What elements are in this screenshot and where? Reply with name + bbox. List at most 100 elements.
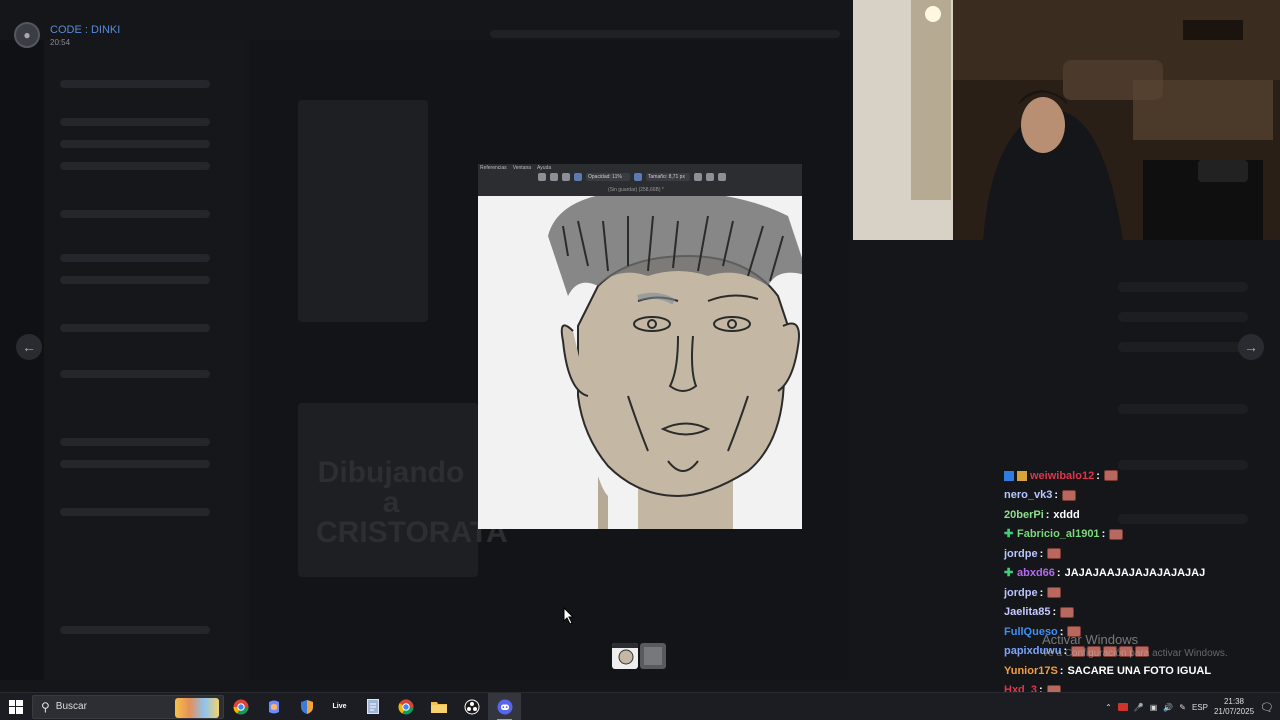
face-drawing — [478, 196, 802, 529]
thumbnail-drawing — [612, 643, 638, 669]
live-icon: Live — [332, 703, 347, 710]
notifications-icon[interactable]: 🗨 — [1260, 701, 1274, 714]
chrome-icon — [233, 699, 248, 714]
volume-icon[interactable]: 🔊 — [1163, 703, 1173, 712]
chat-username[interactable]: Yunior17S — [1004, 665, 1058, 677]
avatar[interactable]: ● — [14, 22, 40, 48]
plus-badge-icon: ✚ — [1004, 567, 1014, 580]
chat-separator: : — [1101, 528, 1106, 541]
emote-icon — [1109, 528, 1124, 540]
chevron-up-icon[interactable]: ⌃ — [1105, 703, 1112, 712]
chat-message: ✚ Fabricio_al1901: — [1004, 525, 1274, 545]
taskbar-app-explorer[interactable] — [422, 693, 455, 720]
taskbar-app-chrome-alt[interactable] — [389, 693, 422, 720]
search-placeholder: Buscar — [55, 701, 87, 712]
color-swatch — [574, 173, 582, 181]
author-name[interactable]: CODE : DINKI — [50, 24, 120, 36]
previous-image-button[interactable]: ← — [16, 334, 42, 360]
image-thumbnails — [612, 643, 666, 669]
taskbar-app-obs[interactable] — [455, 693, 488, 720]
copilot-icon — [268, 700, 279, 713]
chat-username[interactable]: Fabricio_al1901 — [1017, 528, 1100, 540]
chat-username[interactable]: jordpe — [1004, 587, 1038, 599]
channel-placeholder — [60, 140, 210, 148]
chat-username[interactable]: Jaelita85 — [1004, 606, 1050, 618]
chat-text: JAJAJAAJAJAJAJAJAJAJ — [1064, 567, 1206, 580]
thumbnail-1[interactable] — [612, 643, 638, 669]
taskbar-app-discord[interactable] — [488, 692, 521, 720]
search-highlight-image — [175, 697, 219, 718]
network-icon[interactable]: ▣ — [1150, 703, 1158, 712]
paint-menu-item: Ayuda — [537, 165, 552, 171]
color-swatch — [634, 173, 642, 181]
channel-placeholder — [60, 80, 210, 88]
taskbar-app-chrome[interactable] — [224, 693, 257, 720]
activate-windows-watermark: Activar Windows — [1042, 632, 1139, 647]
chat-username[interactable]: 20berPi — [1004, 509, 1044, 521]
obs-icon — [464, 699, 479, 714]
expanded-image[interactable]: Referencias Ventana Ayuda Opacidad: 11% … — [478, 164, 802, 529]
taskbar-search[interactable]: ⚲ Buscar — [32, 694, 224, 719]
taskbar-app-live[interactable]: Live — [323, 693, 356, 720]
plus-badge-icon: ✚ — [1004, 528, 1014, 541]
image-viewer-header: ● CODE : DINKI 20:54 — [14, 22, 120, 48]
clock-date: 21/07/2025 — [1213, 707, 1255, 716]
chat-separator: : — [1039, 586, 1044, 599]
taskbar-app-notepad[interactable] — [356, 693, 389, 720]
activate-windows-subtitle: Ve a Configuración para activar Windows. — [1042, 648, 1228, 659]
pen-icon[interactable]: ✎ — [1179, 703, 1186, 712]
windows-logo-icon — [9, 699, 23, 714]
channel-placeholder — [60, 438, 210, 446]
start-button[interactable] — [0, 693, 32, 720]
channel-placeholder — [60, 162, 210, 170]
chat-separator: : — [1096, 469, 1100, 482]
chat-separator: : — [1059, 664, 1064, 677]
notepad-icon — [366, 699, 379, 714]
emote-icon — [1047, 548, 1062, 560]
channel-placeholder — [60, 460, 210, 468]
channel-placeholder — [60, 508, 210, 516]
emote-icon — [1061, 489, 1076, 501]
chat-separator: : — [1054, 489, 1058, 502]
chat-username[interactable]: jordpe — [1004, 548, 1038, 560]
taskbar-app-copilot[interactable] — [257, 693, 290, 720]
chat-username[interactable]: abxd66 — [1017, 567, 1055, 579]
chat-username[interactable]: weiwibalo12 — [1030, 470, 1094, 482]
language-indicator[interactable]: ESP — [1192, 703, 1208, 712]
discord-topbar — [490, 30, 840, 38]
timestamp: 20:54 — [50, 37, 71, 47]
taskbar-app-shield[interactable] — [290, 693, 323, 720]
rotate-icon — [562, 173, 570, 181]
paint-menu-item: Referencias — [480, 165, 507, 171]
chat-message: nero_vk3: — [1004, 486, 1274, 506]
member-placeholder — [1118, 404, 1248, 414]
opacity-field: Opacidad: 11% — [586, 173, 630, 181]
webcam-feed — [853, 0, 1280, 240]
chat-message: jordpe: — [1004, 583, 1274, 603]
chat-username[interactable]: nero_vk3 — [1004, 489, 1052, 501]
mirror-icon — [694, 173, 702, 181]
thumbnail-photo — [640, 643, 666, 669]
channel-placeholder — [60, 118, 210, 126]
eraser-icon — [538, 173, 546, 181]
member-placeholder — [1118, 342, 1248, 352]
taskbar-clock[interactable]: 21:38 21/07/2025 — [1214, 697, 1254, 717]
emote-icon — [1103, 470, 1118, 482]
channel-placeholder — [60, 626, 210, 634]
channel-placeholder — [60, 210, 210, 218]
emote-icon — [1060, 606, 1075, 618]
tray-record-icon[interactable] — [1117, 703, 1128, 711]
shield-app-icon — [300, 699, 313, 714]
windows-taskbar: ⚲ Buscar Live ⌃ 🎤 ▣ 🔊 ✎ ESP 21:38 21/07/… — [0, 692, 1280, 720]
thumbnail-2[interactable] — [640, 643, 666, 669]
member-placeholder — [1118, 282, 1248, 292]
paint-menu: Referencias Ventana Ayuda — [480, 165, 551, 171]
next-image-button[interactable]: → — [1238, 334, 1264, 360]
crop-icon — [718, 173, 726, 181]
channel-placeholder — [60, 324, 210, 332]
microphone-icon[interactable]: 🎤 — [1134, 703, 1144, 712]
gold-badge-icon — [1017, 470, 1027, 481]
chat-message: Jaelita85: — [1004, 603, 1274, 623]
member-placeholder — [1118, 312, 1248, 322]
screen: Dibujando a CRISTORATA ● CODE : DINKI 20… — [0, 0, 1280, 720]
